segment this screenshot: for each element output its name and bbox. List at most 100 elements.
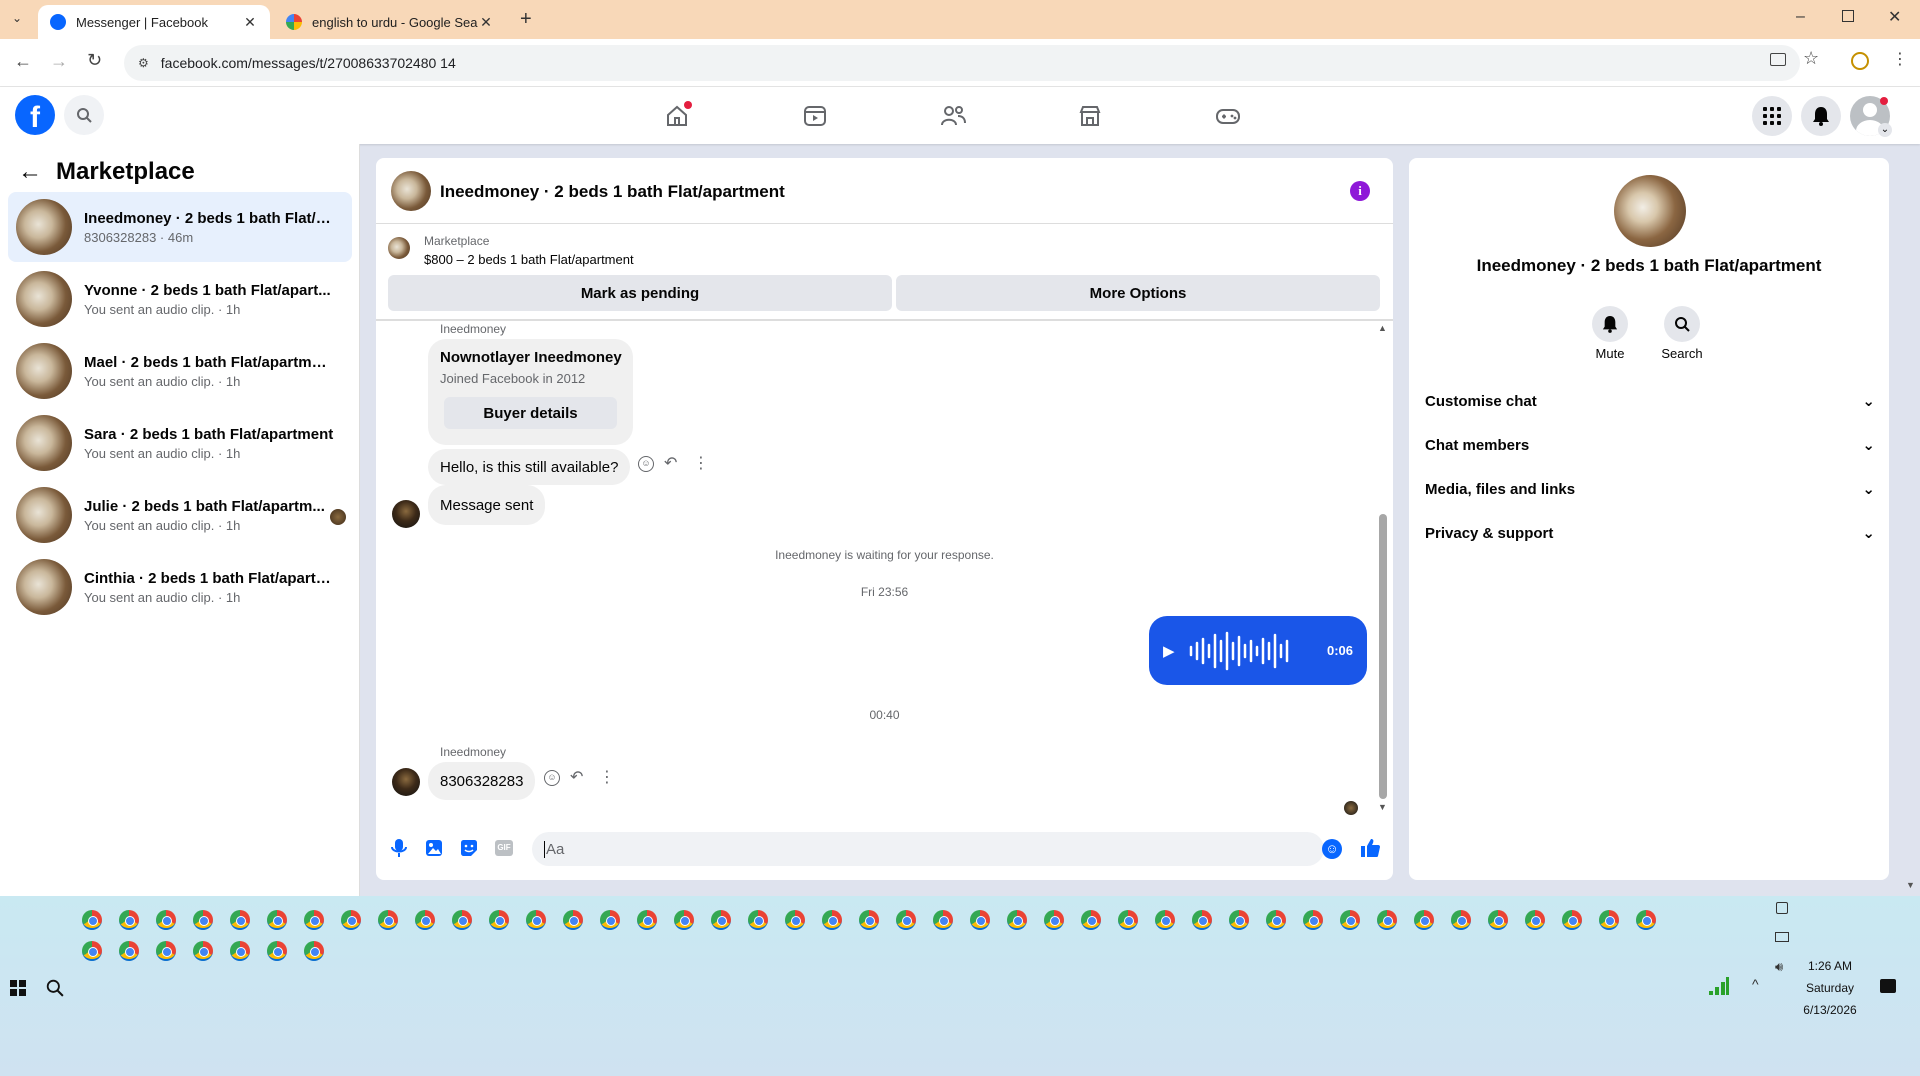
info-icon[interactable]: i: [1350, 181, 1370, 201]
close-window-button[interactable]: ✕: [1888, 7, 1901, 27]
scroll-up-arrow[interactable]: ▲: [1378, 323, 1387, 333]
privacy-support-section[interactable]: Privacy & support ⌄: [1425, 515, 1875, 551]
taskbar-app-icon[interactable]: [415, 910, 435, 930]
play-icon[interactable]: ▶: [1163, 642, 1175, 660]
taskbar-app-icon[interactable]: [156, 910, 176, 930]
emoji-icon[interactable]: ☺: [1322, 839, 1342, 859]
taskbar-app-icon[interactable]: [378, 910, 398, 930]
taskbar-app-icon[interactable]: [489, 910, 509, 930]
friends-icon[interactable]: [936, 99, 970, 133]
taskbar-app-icon[interactable]: [637, 910, 657, 930]
taskbar-app-icon[interactable]: [452, 910, 472, 930]
close-tab-icon[interactable]: ✕: [478, 14, 494, 30]
reply-icon[interactable]: ↶: [664, 453, 677, 473]
taskbar-app-icon[interactable]: [1636, 910, 1656, 930]
taskbar-app-icon[interactable]: [267, 910, 287, 930]
mute-button[interactable]: [1592, 306, 1628, 342]
taskbar-app-icon[interactable]: [1044, 910, 1064, 930]
taskbar-app-icon[interactable]: [1229, 910, 1249, 930]
contact-avatar[interactable]: [392, 500, 420, 528]
reload-icon[interactable]: ↻: [87, 50, 102, 71]
taskbar-app-icon[interactable]: [1340, 910, 1360, 930]
taskbar-app-icon[interactable]: [82, 941, 102, 961]
tab-list-chevron-icon[interactable]: ⌄: [12, 11, 22, 25]
tab-messenger[interactable]: Messenger | Facebook ✕: [38, 5, 270, 39]
taskbar-app-icon[interactable]: [267, 941, 287, 961]
chevron-down-icon[interactable]: ⌄: [1878, 123, 1892, 137]
taskbar-app-icon[interactable]: [711, 910, 731, 930]
close-tab-icon[interactable]: ✕: [242, 14, 258, 30]
message-bubble[interactable]: Hello, is this still available?: [428, 449, 631, 485]
home-icon[interactable]: [660, 99, 694, 133]
taskbar-app-icon[interactable]: [119, 910, 139, 930]
taskbar-app-icon[interactable]: [156, 941, 176, 961]
network-signal-icon[interactable]: [1708, 976, 1730, 996]
taskbar-app-icon[interactable]: [230, 910, 250, 930]
customise-chat-section[interactable]: Customise chat ⌄: [1425, 383, 1875, 419]
conversation-item[interactable]: Yvonne · 2 beds 1 bath Flat/apart... You …: [8, 264, 352, 334]
taskbar-app-icon[interactable]: [1081, 910, 1101, 930]
restore-button[interactable]: [1842, 10, 1854, 22]
taskbar-app-icon[interactable]: [82, 910, 102, 930]
action-center-icon[interactable]: [1880, 979, 1896, 993]
taskbar-app-icon[interactable]: [563, 910, 583, 930]
install-app-icon[interactable]: [1770, 53, 1786, 66]
conversation-item[interactable]: Cinthia · 2 beds 1 bath Flat/apartm... Yo…: [8, 552, 352, 622]
react-icon[interactable]: ☺: [638, 456, 654, 472]
taskbar-app-icon[interactable]: [600, 910, 620, 930]
taskbar-app-icon[interactable]: [1562, 910, 1582, 930]
gaming-icon[interactable]: [1211, 99, 1245, 133]
message-bubble[interactable]: 8306328283: [428, 762, 536, 800]
taskbar-app-icon[interactable]: [304, 941, 324, 961]
buyer-details-button[interactable]: Buyer details: [444, 397, 617, 429]
react-icon[interactable]: ☺: [544, 770, 560, 786]
chat-avatar[interactable]: [391, 171, 431, 211]
tray-icon[interactable]: [1776, 902, 1788, 914]
taskbar-app-icon[interactable]: [896, 910, 916, 930]
tray-icon[interactable]: [1775, 932, 1789, 942]
listing-thumbnail[interactable]: [388, 237, 410, 259]
tab-google[interactable]: english to urdu - Google Search ✕: [274, 5, 506, 39]
media-files-links-section[interactable]: Media, files and links ⌄: [1425, 471, 1875, 507]
search-icon[interactable]: [64, 95, 104, 135]
taskbar-app-icon[interactable]: [933, 910, 953, 930]
conversation-item[interactable]: Ineedmoney · 2 beds 1 bath Flat/a... 8306…: [8, 192, 352, 262]
taskbar-app-icon[interactable]: [859, 910, 879, 930]
page-scroll-down-arrow[interactable]: ▼: [1906, 880, 1915, 890]
menu-grid-icon[interactable]: [1752, 96, 1792, 136]
back-icon[interactable]: ←: [14, 51, 32, 72]
like-icon[interactable]: [1359, 837, 1381, 859]
new-tab-button[interactable]: +: [520, 8, 532, 31]
site-info-icon[interactable]: ⚙: [138, 56, 149, 70]
clock-time[interactable]: 1:26 AM: [1806, 959, 1854, 973]
taskbar-search-icon[interactable]: [46, 979, 64, 997]
taskbar-app-icon[interactable]: [1266, 910, 1286, 930]
taskbar-app-icon[interactable]: [1599, 910, 1619, 930]
reply-icon[interactable]: ↶: [570, 767, 583, 787]
taskbar-app-icon[interactable]: [304, 910, 324, 930]
taskbar-app-icon[interactable]: [119, 941, 139, 961]
scroll-down-arrow[interactable]: ▼: [1378, 802, 1387, 812]
conversation-item[interactable]: Sara · 2 beds 1 bath Flat/apartment You s…: [8, 408, 352, 478]
taskbar-app-icon[interactable]: [1377, 910, 1397, 930]
marketplace-icon[interactable]: [1073, 99, 1107, 133]
listing-text[interactable]: $800 – 2 beds 1 bath Flat/apartment: [424, 252, 634, 267]
back-arrow-icon[interactable]: ←: [18, 158, 42, 186]
taskbar-app-icon[interactable]: [785, 910, 805, 930]
taskbar-app-icon[interactable]: [1488, 910, 1508, 930]
mark-as-pending-button[interactable]: Mark as pending: [388, 275, 892, 311]
taskbar-app-icon[interactable]: [748, 910, 768, 930]
message-bubble[interactable]: Message sent: [428, 485, 546, 525]
conversation-item[interactable]: Mael · 2 beds 1 bath Flat/apartment You s…: [8, 336, 352, 406]
volume-icon[interactable]: 🔊︎: [1775, 959, 1783, 975]
show-hidden-icons-chevron[interactable]: ^: [1752, 976, 1759, 992]
taskbar-app-icon[interactable]: [1118, 910, 1138, 930]
taskbar-app-icon[interactable]: [193, 910, 213, 930]
more-icon[interactable]: ⋮: [599, 767, 615, 787]
video-icon[interactable]: [798, 99, 832, 133]
facebook-logo[interactable]: f: [15, 95, 55, 135]
minimize-button[interactable]: –: [1796, 8, 1805, 26]
taskbar-app-icon[interactable]: [674, 910, 694, 930]
taskbar-app-icon[interactable]: [230, 941, 250, 961]
taskbar-app-icon[interactable]: [1303, 910, 1323, 930]
